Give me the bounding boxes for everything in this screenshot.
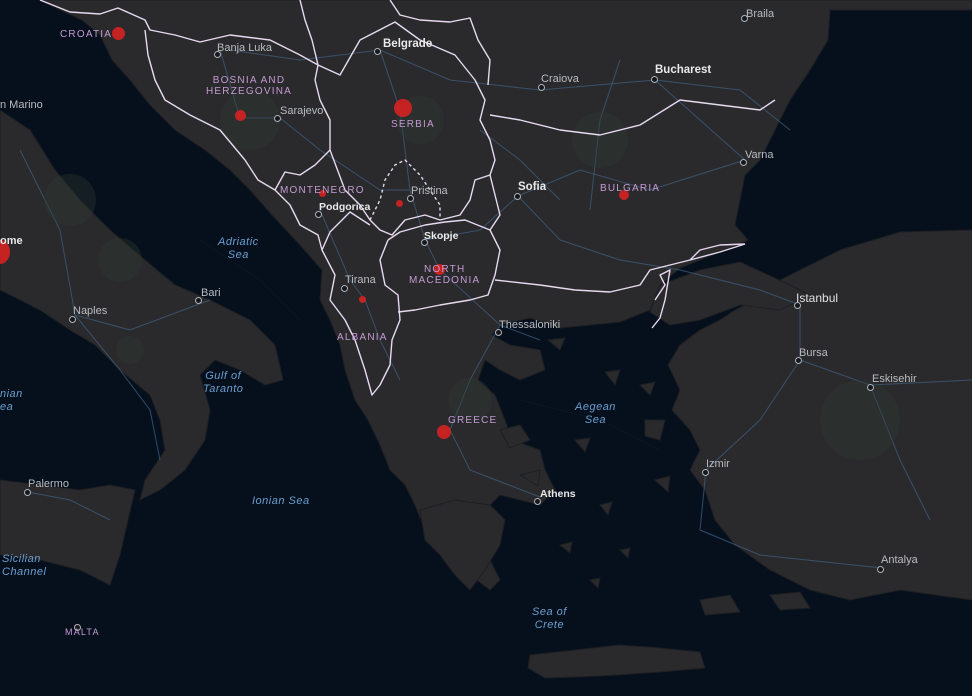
capital-label-belgrade: Belgrade [383, 38, 433, 50]
city-label-san-marino: n Marino [0, 99, 43, 111]
country-label-bulgaria: BULGARIA [600, 183, 661, 194]
sea-label-adriatic-line1: Adriatic [218, 236, 259, 248]
city-label-antalya: Antalya [881, 554, 918, 566]
country-label-serbia: SERBIA [391, 119, 435, 130]
case-marker-serbia[interactable] [394, 99, 412, 117]
city-dot-belgrade [374, 48, 381, 55]
capital-label-sofia: Sofia [518, 181, 547, 193]
sea-label-tyrrhenian-line1: nian [0, 388, 23, 400]
city-label-pristina: Pristina [411, 185, 448, 197]
city-label-bari: Bari [201, 287, 221, 299]
city-label-eskisehir: Eskisehir [872, 373, 917, 385]
city-label-tirana: Tirana [345, 274, 376, 286]
city-dot-bucharest [651, 76, 658, 83]
sea-label-taranto: Gulf of Taranto [203, 371, 243, 395]
country-label-north-macedonia: NORTH MACEDONIA [409, 265, 480, 286]
country-label-albania: ALBANIA [337, 332, 388, 343]
case-marker-bosnia[interactable] [235, 110, 246, 121]
country-label-malta: MALTA [65, 627, 100, 637]
sea-label-aegean-line1: Aegean [575, 401, 616, 413]
crete-landmass [527, 644, 706, 679]
country-label-north-macedonia-line2: MACEDONIA [409, 275, 481, 286]
city-dot-tirana [341, 285, 348, 292]
country-label-montenegro: MONTENEGRO [280, 185, 365, 196]
city-dot-palermo [24, 489, 31, 496]
city-label-naples: Naples [73, 305, 108, 317]
sea-label-sicilian: Sicilian Channel [2, 554, 46, 578]
city-dot-izmir [702, 469, 709, 476]
case-marker-albania[interactable] [359, 296, 366, 303]
map-canvas[interactable]: CROATIA BOSNIA AND HERZEGOVINA SERBIA MO… [0, 0, 972, 696]
sea-label-sicilian-line2: Channel [2, 566, 47, 578]
city-dot-naples [69, 316, 76, 323]
city-label-braila: Braila [746, 8, 775, 20]
city-label-bursa: Bursa [799, 347, 828, 359]
capital-label-skopje: Skopje [424, 230, 459, 242]
case-marker-croatia[interactable] [112, 27, 125, 40]
capital-label-bucharest: Bucharest [655, 64, 712, 76]
city-dot-antalya [877, 566, 884, 573]
sea-label-aegean-line2: Sea [584, 414, 606, 426]
country-label-bosnia-line2: HERZEGOVINA [206, 86, 292, 97]
city-label-palermo: Palermo [28, 478, 69, 490]
sea-label-tyrrhenian-line2: ea [0, 401, 14, 413]
capital-label-athens: Athens [540, 488, 576, 500]
city-label-istanbul: Istanbul [796, 291, 839, 305]
sea-label-sicilian-line1: Sicilian [2, 553, 41, 565]
capital-label-podgorica: Podgorica [319, 201, 371, 213]
capital-label-rome: ome [0, 235, 23, 247]
city-dot-craiova [538, 84, 545, 91]
sea-label-tyrrhenian: nian ea [0, 389, 23, 413]
sea-label-aegean: Aegean Sea [575, 402, 616, 426]
sea-label-adriatic-line2: Sea [227, 249, 249, 261]
sea-label-crete: Sea of Crete [532, 607, 567, 631]
case-marker-greece[interactable] [437, 425, 451, 439]
city-label-craiova: Craiova [541, 73, 579, 85]
sea-label-ionian: Ionian Sea [252, 495, 310, 507]
city-label-sarajevo: Sarajevo [280, 105, 324, 117]
city-dot-sofia [514, 193, 521, 200]
country-label-greece: GREECE [448, 415, 498, 426]
country-label-bosnia-line1: BOSNIA AND [212, 75, 286, 86]
country-label-bosnia: BOSNIA AND HERZEGOVINA [206, 76, 292, 97]
sea-label-taranto-line2: Taranto [203, 383, 244, 395]
sea-label-adriatic: Adriatic Sea [218, 237, 259, 261]
sea-label-crete-line2: Crete [534, 619, 565, 631]
country-label-north-macedonia-line1: NORTH [424, 264, 466, 275]
country-label-croatia: CROATIA [60, 29, 113, 40]
city-label-thessaloniki: Thessaloniki [499, 319, 561, 331]
sea-label-taranto-line1: Gulf of [205, 370, 242, 382]
city-dot-eskisehir [867, 384, 874, 391]
city-label-varna: Varna [745, 149, 774, 161]
sea-label-crete-line1: Sea of [532, 606, 567, 618]
case-marker-kosovo[interactable] [396, 200, 403, 207]
city-label-banja-luka: Banja Luka [217, 42, 273, 54]
city-label-izmir: Izmir [706, 458, 730, 470]
